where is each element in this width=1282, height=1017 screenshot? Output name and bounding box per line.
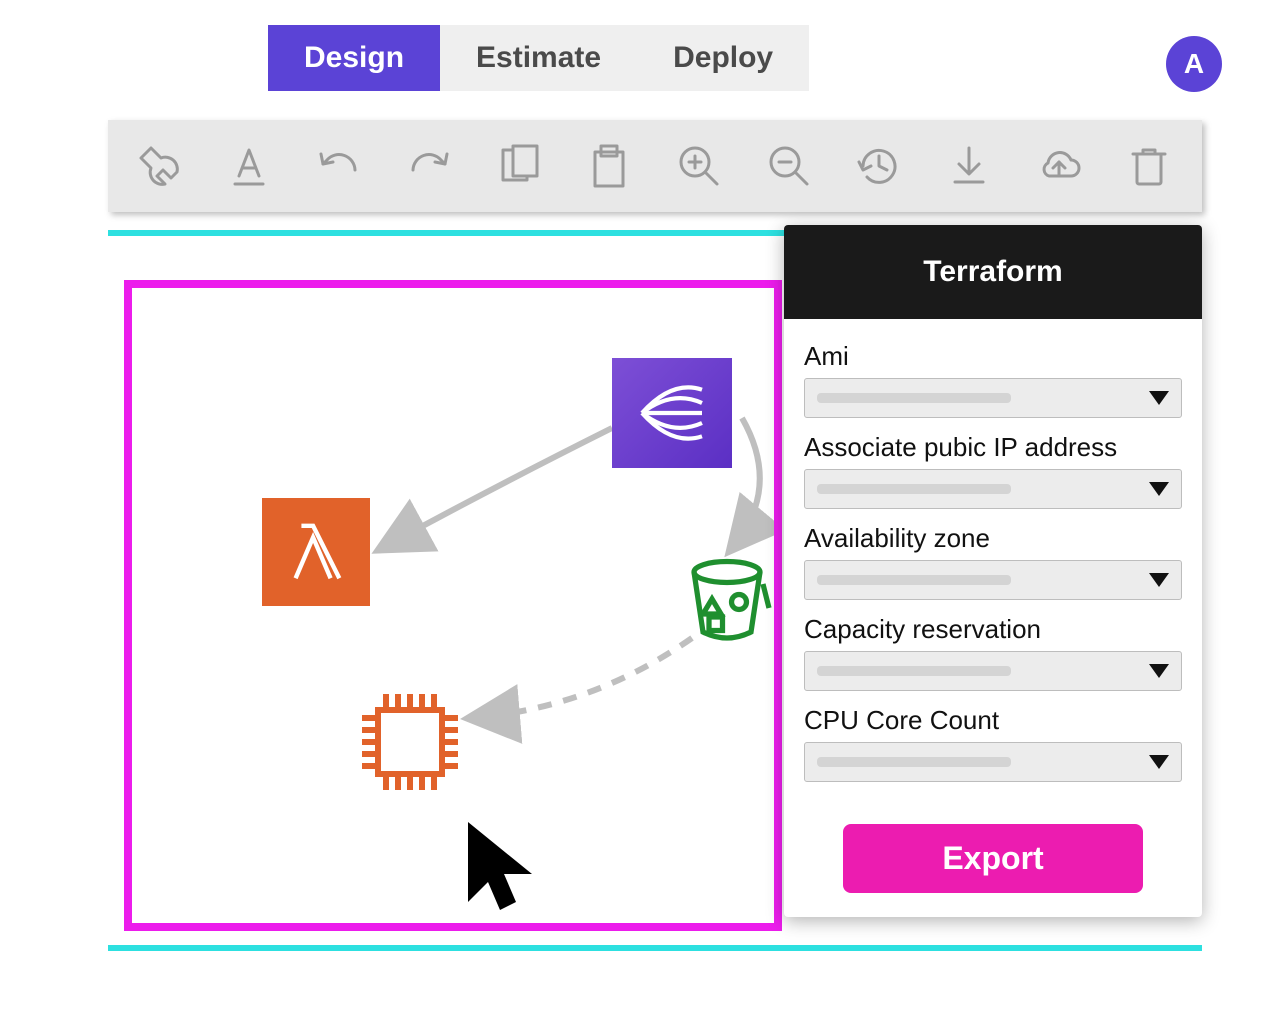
cursor-icon	[460, 818, 540, 923]
wrench-icon[interactable]	[132, 139, 186, 193]
panel-title: Terraform	[784, 225, 1202, 319]
node-kinesis-icon[interactable]	[612, 358, 732, 468]
select-placeholder-bar	[817, 484, 1011, 494]
toolbar	[108, 120, 1202, 212]
undo-icon[interactable]	[312, 139, 366, 193]
field-label-cpu-core-count: CPU Core Count	[804, 705, 1182, 736]
tab-deploy[interactable]: Deploy	[637, 25, 809, 91]
zoom-out-icon[interactable]	[762, 139, 816, 193]
select-placeholder-bar	[817, 757, 1011, 767]
canvas-selection-frame	[124, 280, 782, 931]
avatar[interactable]: A	[1166, 36, 1222, 92]
design-canvas[interactable]	[132, 288, 774, 923]
text-format-icon[interactable]	[222, 139, 276, 193]
tab-bar: Design Estimate Deploy	[268, 25, 809, 91]
node-cpu-icon[interactable]	[350, 682, 470, 807]
select-placeholder-bar	[817, 575, 1011, 585]
zoom-in-icon[interactable]	[672, 139, 726, 193]
field-label-availability-zone: Availability zone	[804, 523, 1182, 554]
select-placeholder-bar	[817, 666, 1011, 676]
cloud-upload-icon[interactable]	[1032, 139, 1086, 193]
field-label-capacity-reservation: Capacity reservation	[804, 614, 1182, 645]
select-associate-ip[interactable]	[804, 469, 1182, 509]
redo-icon[interactable]	[402, 139, 456, 193]
history-icon[interactable]	[852, 139, 906, 193]
properties-panel: Terraform Ami Associate pubic IP address…	[784, 225, 1202, 917]
export-button[interactable]: Export	[843, 824, 1143, 893]
node-lambda-icon[interactable]	[262, 498, 370, 606]
select-ami[interactable]	[804, 378, 1182, 418]
paste-icon[interactable]	[582, 139, 636, 193]
copy-icon[interactable]	[492, 139, 546, 193]
download-icon[interactable]	[942, 139, 996, 193]
tab-estimate[interactable]: Estimate	[440, 25, 637, 91]
panel-body: Ami Associate pubic IP address Availabil…	[784, 319, 1202, 893]
chevron-down-icon	[1149, 391, 1169, 405]
trash-icon[interactable]	[1122, 139, 1176, 193]
chevron-down-icon	[1149, 664, 1169, 678]
select-capacity-reservation[interactable]	[804, 651, 1182, 691]
select-cpu-core-count[interactable]	[804, 742, 1182, 782]
field-label-associate-ip: Associate pubic IP address	[804, 432, 1182, 463]
field-label-ami: Ami	[804, 341, 1182, 372]
chevron-down-icon	[1149, 755, 1169, 769]
node-bucket-icon[interactable]	[682, 554, 772, 649]
select-availability-zone[interactable]	[804, 560, 1182, 600]
chevron-down-icon	[1149, 573, 1169, 587]
select-placeholder-bar	[817, 393, 1011, 403]
chevron-down-icon	[1149, 482, 1169, 496]
tab-design[interactable]: Design	[268, 25, 440, 91]
